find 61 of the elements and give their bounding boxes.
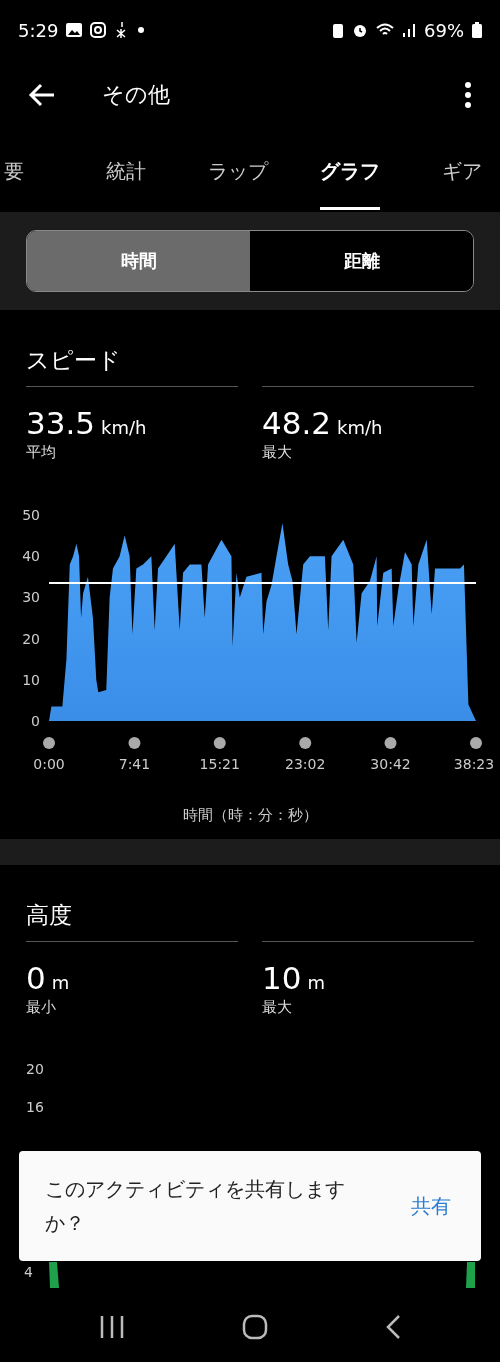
home-icon[interactable] [242,1314,268,1340]
tick-dot [128,737,141,749]
section-title: 高度 [26,900,73,930]
camera-icon [90,22,107,38]
axis-title: 時間（時：分：秒） [181,806,319,825]
tab[interactable]: 統計 [70,130,182,212]
stat-label: 最小 [26,998,57,1017]
tab[interactable]: グラフ [294,130,406,212]
stat-value: 33.5 [26,405,96,441]
recent-apps-icon[interactable] [98,1315,125,1339]
battery-icon [472,22,482,38]
axis-label: 10 [22,671,40,688]
tick-dot [384,737,397,749]
alarm-icon [352,22,368,38]
stat-unit: km/h [337,417,383,438]
wifi-icon [376,23,394,37]
axis-label: 0 [31,713,40,729]
axis-label: 30 [22,589,40,606]
stat-unit: m [51,972,70,993]
segment-button[interactable]: 距離 [250,231,473,291]
status-time: 5:29 [18,19,59,41]
axis-label: 4 [24,1264,33,1280]
axis-label: 30:42 [370,756,411,772]
axis-label: 16 [26,1099,45,1115]
stat-value: 48.2 [262,405,332,441]
axis-label: 15:21 [199,756,240,772]
axis-label: 38:23 [453,756,495,772]
back-icon[interactable] [385,1314,402,1340]
segment-button[interactable]: 時間 [27,231,250,291]
tick-dot [43,737,55,749]
stat-value: 0 [26,960,46,996]
tick-dot [470,737,482,749]
tab[interactable]: ラップ [182,130,294,212]
altitude-bar-drawing [466,1262,476,1288]
axis-label: 20 [26,1061,45,1077]
tick-dot [299,737,312,749]
share-button[interactable]: 共有 [407,1188,455,1224]
axis-label: 40 [22,548,40,565]
axis-label: 50 [22,507,40,523]
image-icon [66,23,83,37]
axis-label: 23:02 [285,756,326,772]
tick-dot [213,737,226,749]
signal-icon [402,23,416,37]
stat-label: 最大 [262,443,293,462]
back-arrow-icon[interactable] [28,83,56,107]
tab[interactable]: ギア [406,130,500,212]
altitude-bar-drawing [49,1262,59,1288]
battery-level: 69% [424,19,464,41]
more-options-icon[interactable] [464,81,472,109]
stat-value: 10 [262,960,302,996]
stat-label: 最大 [262,998,293,1017]
axis-label: 7:41 [118,756,151,772]
stat-unit: km/h [101,417,147,438]
dot-icon [136,26,147,34]
axis-label: 20 [22,630,40,647]
page-title: その他 [102,81,170,109]
stat-unit: m [307,972,325,993]
stat-label: 平均 [26,443,57,462]
toast-message: このアクティビティを共有しますか？ [45,1176,346,1237]
section-title: スピード [26,345,122,375]
axis-label: 0:00 [33,756,65,772]
